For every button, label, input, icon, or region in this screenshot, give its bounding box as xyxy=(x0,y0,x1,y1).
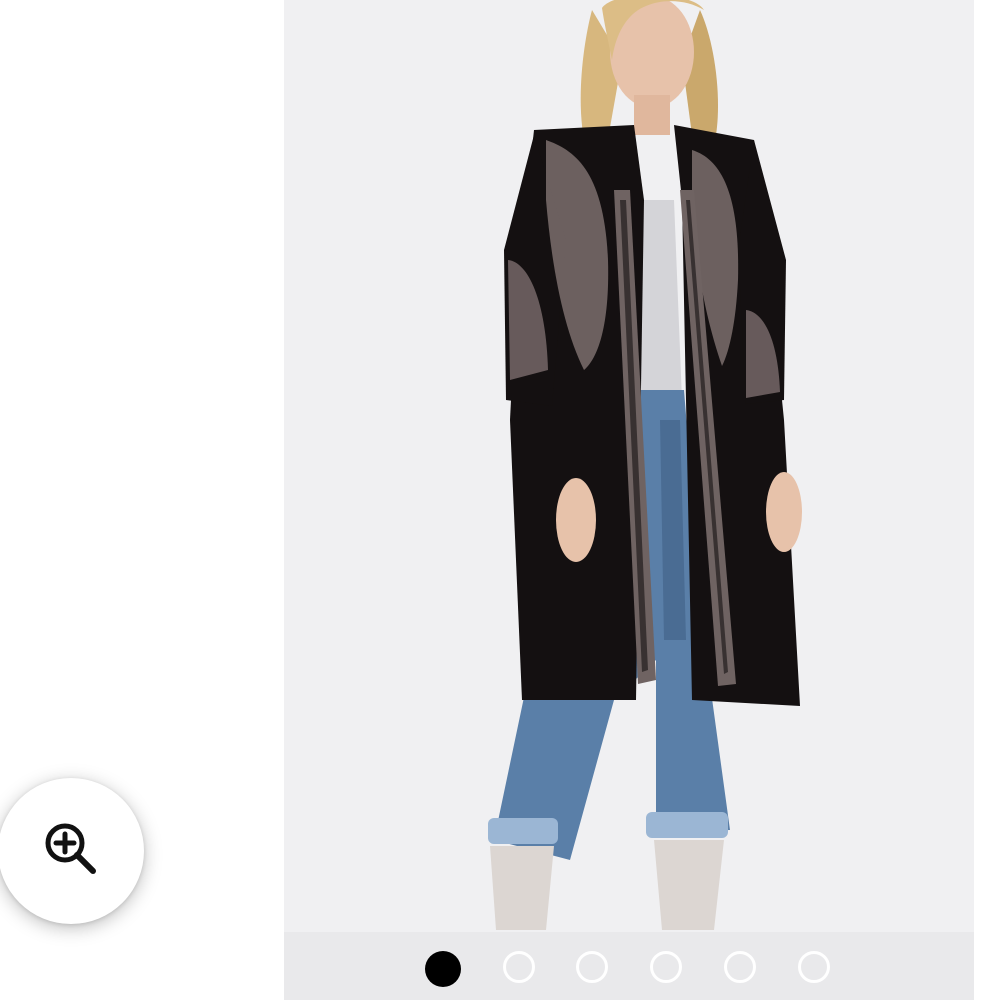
zoom-button[interactable] xyxy=(0,778,144,924)
carousel-dot-4[interactable] xyxy=(650,951,682,983)
product-photo[interactable] xyxy=(284,0,974,932)
carousel-dot-1[interactable] xyxy=(425,951,461,987)
carousel-dot-5[interactable] xyxy=(724,951,756,983)
product-image-viewer xyxy=(0,0,1000,1000)
carousel-dot-2[interactable] xyxy=(503,951,535,983)
product-photo-illustration xyxy=(284,0,974,932)
zoom-in-icon xyxy=(41,819,101,884)
carousel-dot-3[interactable] xyxy=(576,951,608,983)
carousel-dot-6[interactable] xyxy=(798,951,830,983)
thumbnail-strip xyxy=(284,932,974,1000)
